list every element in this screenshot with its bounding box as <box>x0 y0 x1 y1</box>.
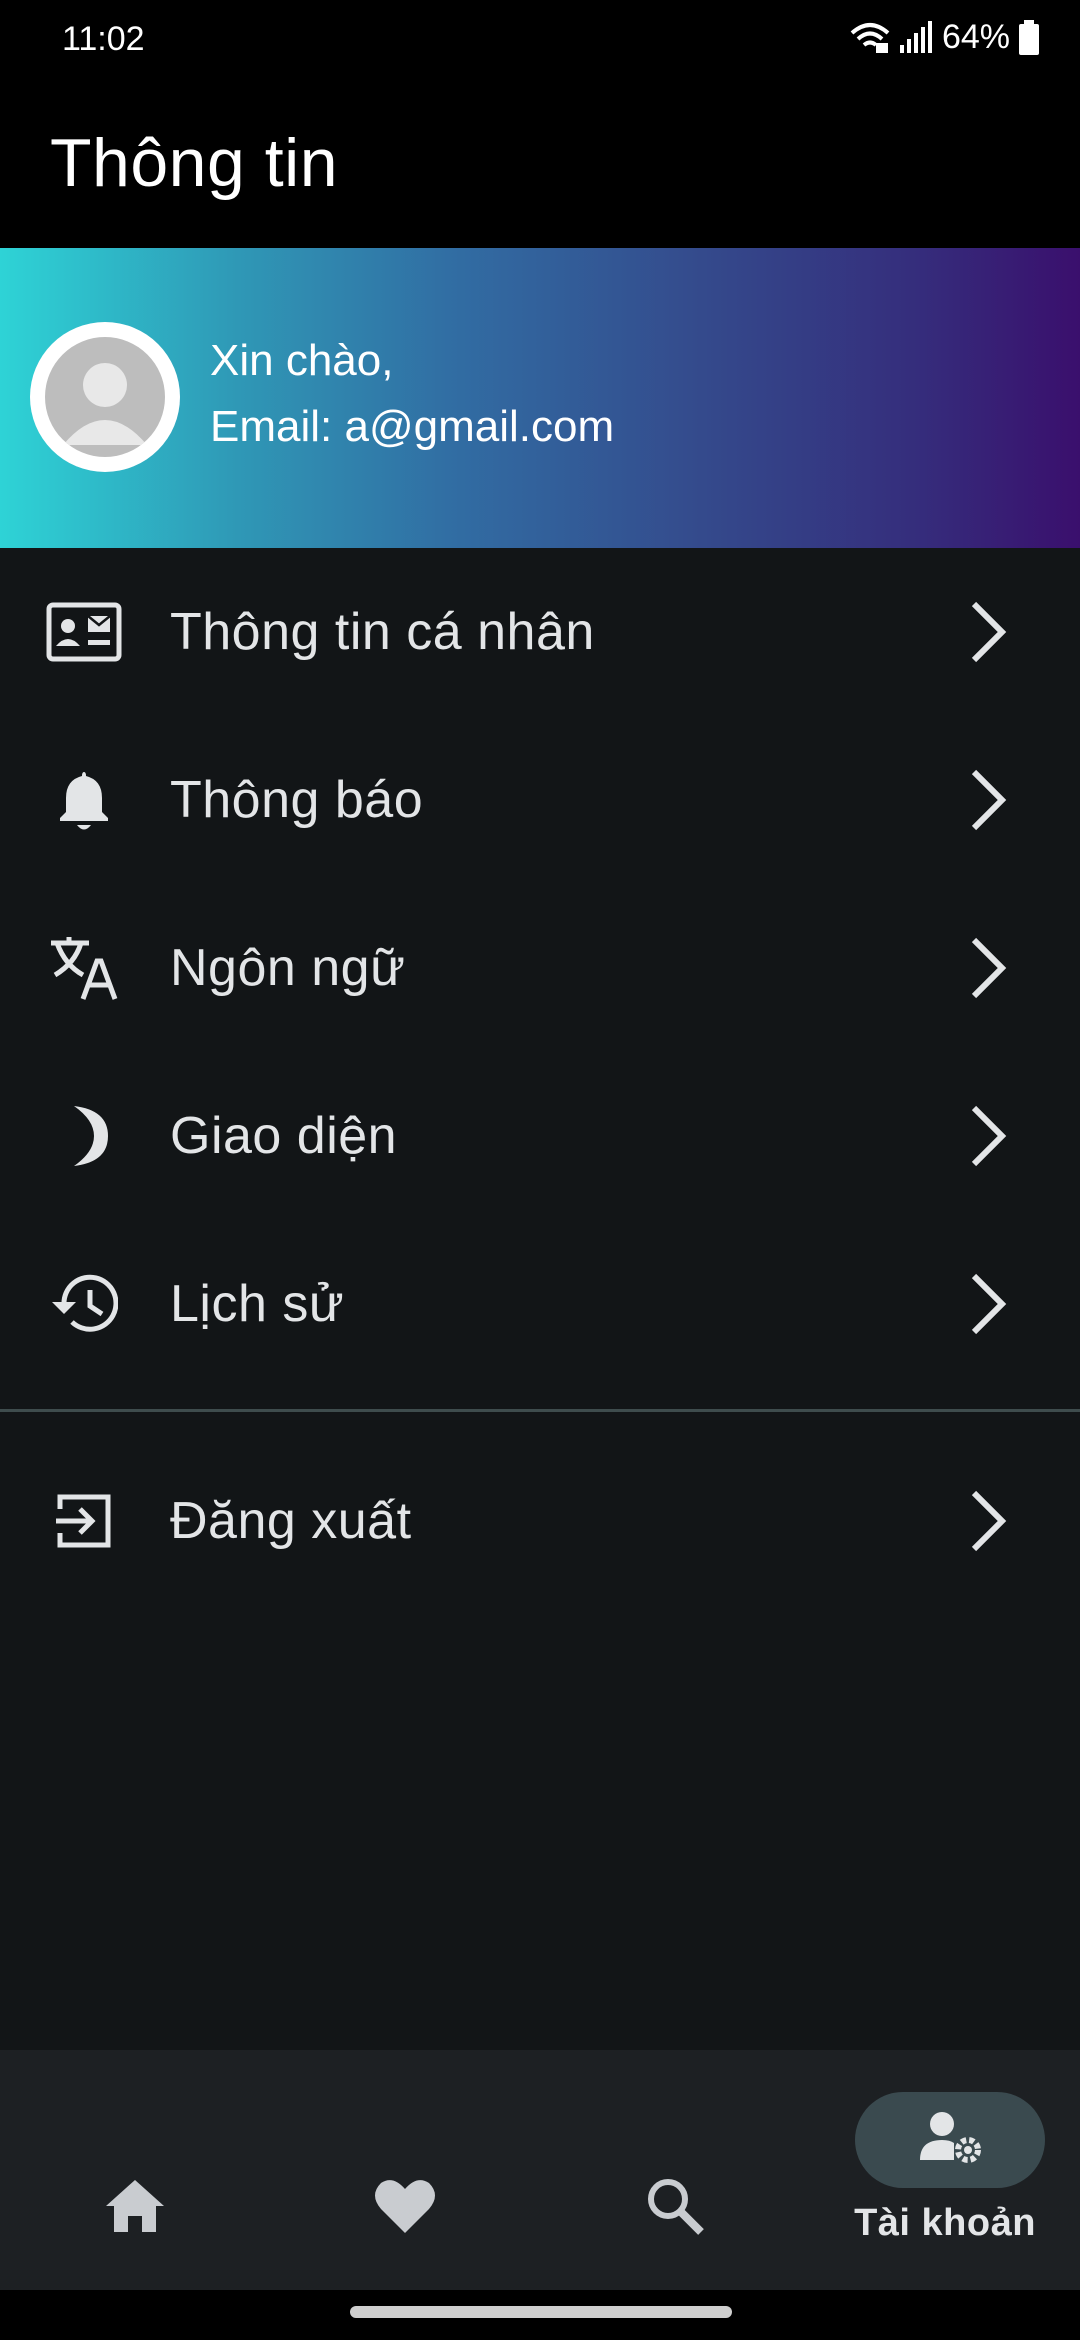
home-indicator[interactable] <box>350 2306 732 2318</box>
settings-menu: Thông tin cá nhân Thông báo Ngôn ngữ Gia… <box>0 548 1080 2050</box>
chevron-right-icon <box>971 1273 1007 1335</box>
nav-item-search[interactable] <box>540 2050 810 2290</box>
battery-percentage: 64% <box>941 18 1010 56</box>
greeting-text: Xin chào, <box>210 336 394 385</box>
moon-icon <box>44 1096 124 1176</box>
email-text: Email: a@gmail.com <box>210 402 615 451</box>
nav-item-favorites[interactable] <box>270 2050 540 2290</box>
search-icon <box>639 2170 711 2242</box>
menu-item-label: Lịch sử <box>170 1275 345 1333</box>
menu-item-label: Đăng xuất <box>170 1492 412 1550</box>
profile-banner: Xin chào, Email: a@gmail.com <box>0 248 1080 548</box>
account-settings-icon <box>918 2110 982 2171</box>
menu-item-notifications[interactable]: Thông báo <box>0 716 1080 884</box>
chevron-right-icon <box>971 601 1007 663</box>
nav-item-account[interactable]: Tài khoản <box>810 2050 1080 2290</box>
menu-item-language[interactable]: Ngôn ngữ <box>0 884 1080 1052</box>
history-icon <box>44 1264 124 1344</box>
logout-icon <box>44 1481 124 1561</box>
avatar[interactable] <box>30 322 180 472</box>
menu-item-label: Thông báo <box>170 771 424 829</box>
heart-icon <box>369 2170 441 2242</box>
menu-item-label: Thông tin cá nhân <box>170 603 595 661</box>
menu-divider <box>0 1409 1080 1412</box>
status-bar: 11:02 64% <box>0 0 1080 80</box>
menu-item-personal-info[interactable]: Thông tin cá nhân <box>0 548 1080 716</box>
menu-item-label: Ngôn ngữ <box>170 939 406 997</box>
home-icon <box>99 2170 171 2242</box>
bell-icon <box>44 760 124 840</box>
translate-icon <box>44 928 124 1008</box>
chevron-right-icon <box>971 1105 1007 1167</box>
signal-icon <box>899 20 932 53</box>
menu-item-history[interactable]: Lịch sử <box>0 1220 1080 1388</box>
avatar-placeholder-icon <box>45 337 165 457</box>
nav-item-home[interactable] <box>0 2050 270 2290</box>
gesture-navigation-area <box>0 2290 1080 2340</box>
menu-item-appearance[interactable]: Giao diện <box>0 1052 1080 1220</box>
chevron-right-icon <box>971 769 1007 831</box>
status-icons: 64% <box>850 18 1040 57</box>
menu-item-logout[interactable]: Đăng xuất <box>0 1437 1080 1605</box>
status-time: 11:02 <box>62 20 145 58</box>
app-header: Thông tin <box>0 80 1080 248</box>
chevron-right-icon <box>971 1490 1007 1552</box>
wifi-icon <box>850 22 890 53</box>
contact-card-icon <box>44 592 124 672</box>
battery-icon <box>1019 19 1039 55</box>
page-title: Thông tin <box>50 125 339 201</box>
chevron-right-icon <box>971 937 1007 999</box>
active-indicator-pill <box>855 2092 1045 2188</box>
bottom-navigation: Tài khoản <box>0 2050 1080 2290</box>
nav-item-label: Tài khoản <box>854 2202 1036 2244</box>
menu-item-label: Giao diện <box>170 1107 398 1165</box>
